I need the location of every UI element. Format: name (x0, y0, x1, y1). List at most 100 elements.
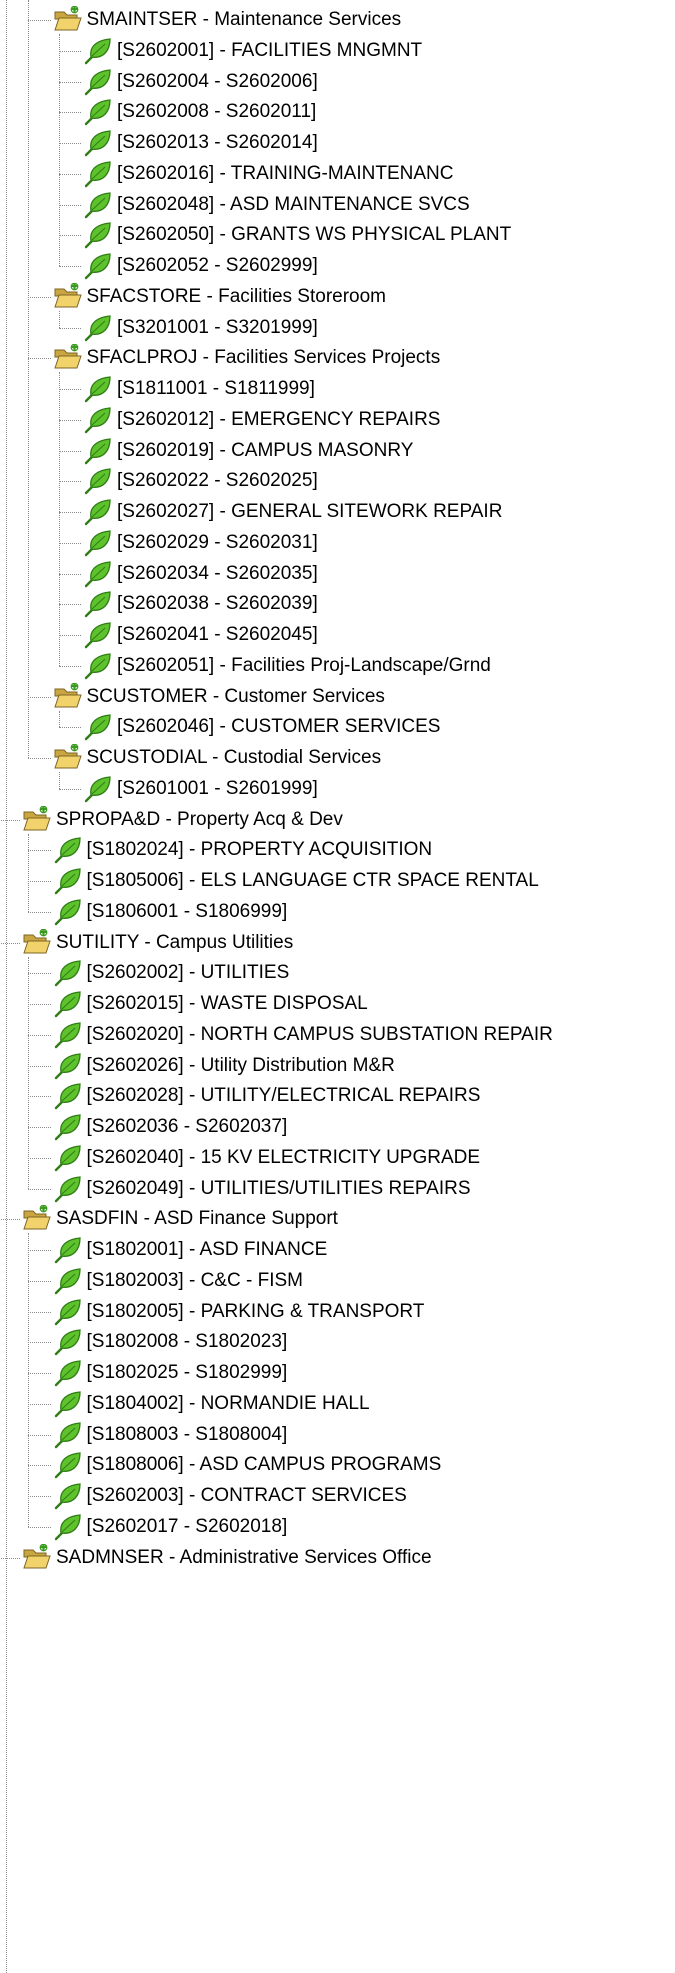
tree-connector (58, 389, 81, 390)
tree-connector (58, 112, 81, 114)
tree-connector (58, 143, 81, 144)
leaf-icon (53, 1328, 83, 1356)
leaf-icon (83, 498, 113, 526)
leaf-icon (83, 775, 113, 803)
leaf-icon (83, 467, 113, 495)
leaf-icon (53, 1021, 83, 1049)
leaf-icon (53, 1482, 83, 1510)
tree-guide (6, 0, 7, 1973)
tree-connector (28, 20, 51, 21)
tree-connector (28, 1496, 51, 1497)
tree-connector (0, 1557, 20, 1559)
org-tree: SMAINTSER - Maintenance Services [S260200… (0, 0, 675, 1973)
tree-connector (28, 973, 51, 975)
leaf-icon (83, 437, 113, 465)
folder-open-icon (53, 282, 83, 311)
leaf-icon (53, 867, 83, 895)
leaf-icon (83, 98, 113, 126)
folder-open-icon (22, 928, 52, 957)
leaf-icon (53, 898, 83, 926)
leaf-icon (83, 529, 113, 557)
leaf-icon (83, 221, 113, 249)
tree-connector (28, 1004, 51, 1005)
tree-connector (58, 604, 81, 606)
tree-guide (28, 0, 29, 758)
tree-guide (28, 956, 29, 1189)
tree-connector (58, 81, 81, 83)
tree-connector (28, 758, 51, 759)
folder-open-icon (22, 805, 52, 834)
tree-connector (58, 512, 81, 513)
folder-open-icon (53, 343, 83, 372)
tree-guide (58, 772, 60, 789)
tree-connector (28, 1250, 51, 1251)
leaf-icon (83, 375, 113, 403)
tree-guide (58, 372, 60, 666)
tree-connector (58, 635, 81, 636)
leaf-icon (83, 621, 113, 649)
leaf-icon (83, 590, 113, 618)
tree-connector (28, 1342, 51, 1344)
folder-open-icon (53, 682, 83, 711)
leaf-icon (53, 1144, 83, 1172)
folder-open-icon (53, 5, 83, 34)
tree-connector (28, 1403, 51, 1405)
leaf-icon (83, 406, 113, 434)
tree-connector (28, 1096, 51, 1098)
leaf-icon (83, 713, 113, 741)
leaf-icon (83, 314, 113, 342)
tree-connector (28, 1311, 51, 1313)
tree-connector (58, 481, 81, 483)
tree-connector (28, 1157, 51, 1159)
tree-connector (58, 173, 81, 175)
tree-connector (0, 942, 20, 944)
tree-connector (28, 1127, 51, 1128)
leaf-icon (53, 1236, 83, 1264)
tree-guide (58, 710, 60, 728)
tree-connector (58, 727, 81, 729)
tree-connector (28, 696, 51, 698)
tree-guide (58, 34, 60, 266)
leaf-icon (53, 1421, 83, 1449)
leaf-icon (83, 160, 113, 188)
leaf-icon (53, 1113, 83, 1141)
tree-connector (28, 296, 51, 298)
tree-folder-node[interactable]: SADMNSER - Administrative Services Offic… (22, 1539, 432, 1577)
leaf-icon (83, 191, 113, 219)
leaf-icon (83, 129, 113, 157)
tree-connector (0, 1219, 20, 1221)
tree-connector (28, 1434, 51, 1436)
tree-guide (28, 833, 29, 912)
tree-connector (28, 1065, 51, 1067)
leaf-icon (53, 1082, 83, 1110)
tree-connector (58, 450, 81, 452)
folder-open-icon (22, 1204, 52, 1233)
tree-connector (28, 1465, 51, 1467)
leaf-icon (53, 959, 83, 987)
tree-connector (0, 819, 20, 821)
leaf-icon (53, 1175, 83, 1203)
tree-connector (58, 327, 81, 329)
leaf-icon (83, 652, 113, 680)
tree-connector (58, 266, 81, 267)
tree-connector (58, 665, 81, 667)
leaf-icon (53, 1267, 83, 1295)
tree-connector (28, 1188, 51, 1190)
tree-node-label: SADMNSER - Administrative Services Offic… (56, 1546, 432, 1568)
leaf-icon (53, 1451, 83, 1479)
leaf-icon (83, 560, 113, 588)
leaf-icon (53, 1513, 83, 1541)
tree-connector (28, 1280, 51, 1282)
leaf-icon (83, 37, 113, 65)
tree-connector (58, 50, 81, 52)
tree-connector (28, 911, 51, 913)
leaf-icon (53, 1390, 83, 1418)
leaf-icon (53, 836, 83, 864)
tree-connector (58, 204, 81, 206)
leaf-icon (83, 252, 113, 280)
leaf-icon (83, 68, 113, 96)
tree-connector (28, 850, 51, 852)
tree-connector (58, 542, 81, 544)
leaf-icon (53, 1298, 83, 1326)
tree-connector (58, 788, 81, 790)
